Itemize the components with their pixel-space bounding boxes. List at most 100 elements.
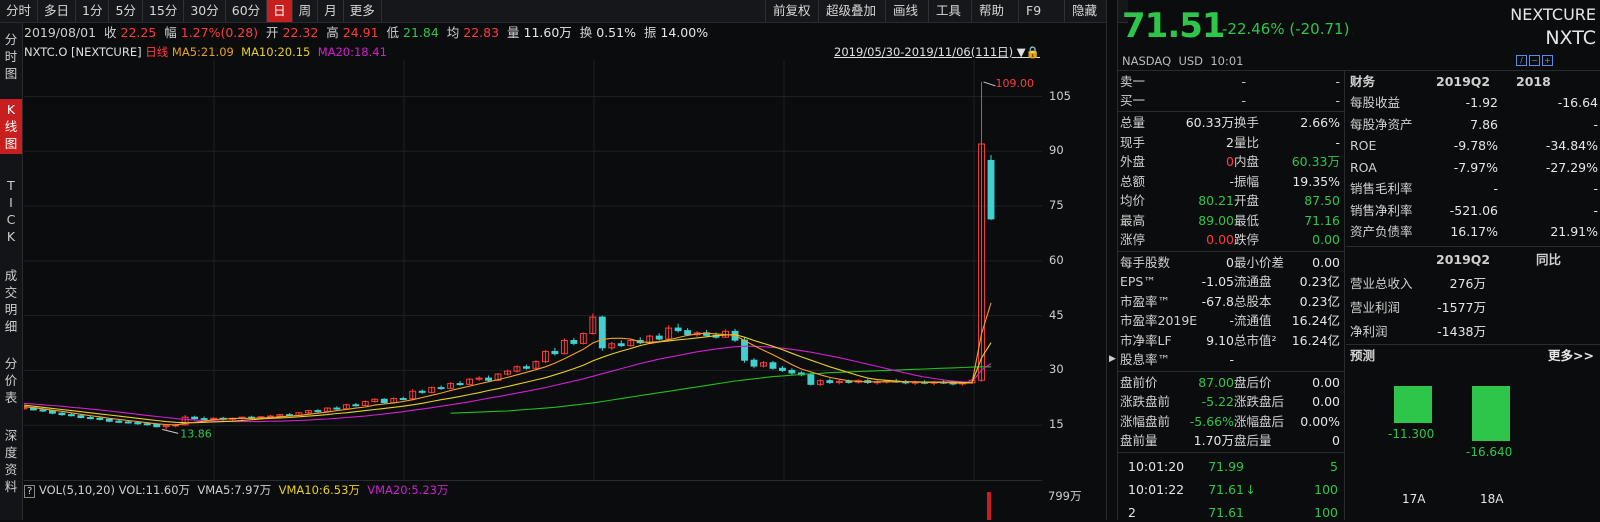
candle-body (86, 417, 94, 420)
fundamental-row: 每手股数 0 最小价差 0.00 (1120, 254, 1340, 270)
candle-body (523, 366, 530, 369)
candle-body (49, 410, 56, 414)
y-tick: 90 (1049, 143, 1064, 158)
period-tab-1[interactable]: 多日 (38, 0, 77, 22)
ma-legend: NXTC.O [NEXTCURE] 日线 MA5:21.09 MA10:20.1… (24, 44, 387, 60)
forecast-more-link[interactable]: 更多>> (1548, 346, 1594, 365)
income-header: 2019Q2 同比 (1436, 251, 1562, 267)
sidebar-tab-1[interactable]: K线图 (0, 99, 22, 154)
period-tab-9[interactable]: 月 (318, 0, 344, 22)
lock-icon[interactable]: 🔒 (1026, 45, 1040, 59)
period-tab-6[interactable]: 60分 (226, 0, 268, 22)
forecast-bar-label: 18A (1480, 492, 1504, 506)
info-amplitude: 1.27%(0.28) (180, 25, 259, 40)
sidebar-tab-0[interactable]: 分时图 (0, 29, 22, 84)
plus-icon[interactable]: + (1542, 55, 1553, 66)
fundamental-row: EPS™ -1.05 流通盘 0.23亿 (1120, 274, 1340, 289)
sidebar-tab-5[interactable]: 深度资料 (0, 425, 22, 497)
period-tab-10[interactable]: 更多 (344, 0, 382, 22)
panel-splitter[interactable]: ▶ (1106, 0, 1118, 520)
candle-body (399, 398, 407, 401)
order-book-row: 卖一 - - (1120, 74, 1340, 89)
tool-button-5[interactable]: F9 (1018, 0, 1048, 22)
candle-body (58, 412, 66, 416)
period-tab-7[interactable]: 日 (267, 0, 293, 22)
info-volume: 11.60万 (523, 25, 572, 40)
collapse-arrow-icon[interactable]: ▶ (1109, 354, 1116, 364)
down-arrow-icon: ↓ (1245, 481, 1256, 497)
forecast-bar-value: -16.640 (1466, 444, 1513, 459)
period-label: 日线 (145, 45, 169, 59)
candle-body (551, 350, 559, 355)
price-axis: 105 90 75 60 45 30 15 (1043, 60, 1105, 520)
sidebar-tab-4[interactable]: 分价表 (0, 353, 22, 408)
candle-body (380, 398, 388, 404)
candle-body (143, 423, 151, 426)
info-close: 22.25 (120, 25, 157, 40)
symbol-label: NXTC.O [NEXTCURE] (24, 45, 142, 59)
y-tick: 15 (1049, 417, 1064, 432)
stat-row: 总量 60.33万 换手 2.66% (1120, 115, 1340, 130)
fundamental-row: 市盈率™ -67.8 总股本 0.23亿 (1120, 293, 1340, 309)
candle-body (105, 418, 113, 422)
candle-body (769, 362, 777, 369)
sidebar-tab-2[interactable]: TICK (0, 175, 22, 247)
candle-body (67, 414, 75, 417)
stat-row: 总额 - 振幅 19.35% (1120, 173, 1340, 189)
candle-body (741, 339, 748, 361)
tool-button-0[interactable]: 前复权 (765, 0, 818, 22)
finance-row: 销售毛利率 - - (1350, 181, 1598, 196)
company-name: NEXTCURE (1510, 5, 1596, 24)
y-tick: 105 (1049, 88, 1071, 103)
sidebar-tab-3[interactable]: 成交明细 (0, 265, 22, 337)
dropdown-icon[interactable]: ▼ (1017, 45, 1026, 59)
income-row: 营业总收入 276万 (1350, 275, 1486, 291)
ma20-line (24, 345, 992, 423)
finance-row: 每股收益 -1.92 -16.64 (1350, 95, 1598, 110)
market-info: NASDAQ USD 10:01 (1122, 54, 1244, 68)
period-tab-2[interactable]: 1分 (76, 0, 110, 22)
help-icon[interactable]: ? (24, 485, 36, 498)
fundamental-row: 市盈率2019E - 流通值 16.24亿 (1120, 313, 1340, 328)
ma5-line (24, 302, 992, 426)
period-tab-4[interactable]: 15分 (143, 0, 185, 22)
period-tab-8[interactable]: 周 (293, 0, 319, 22)
candle-body (314, 410, 322, 413)
date-range-selector[interactable]: 2019/05/30-2019/11/06(111日) ▼🔒 (834, 44, 1040, 60)
finance-header: 财务 2019Q2 2018 (1350, 74, 1551, 89)
period-tab-3[interactable]: 5分 (109, 0, 143, 22)
candle-body (39, 409, 47, 412)
candle-body (333, 407, 341, 410)
candle-body (845, 380, 853, 383)
period-tab-0[interactable]: 分时 (0, 0, 39, 22)
tool-button-6[interactable]: 隐藏 (1064, 0, 1104, 22)
panel-controls: / − + (1516, 55, 1553, 66)
tool-button-4[interactable]: 帮助 (971, 0, 1011, 22)
edit-icon[interactable]: / (1516, 55, 1527, 66)
finance-row: 每股净资产 7.86- (1350, 116, 1598, 132)
candle-body (826, 380, 834, 383)
fundamental-row: 股息率™ - (1120, 352, 1234, 367)
info-avg: 22.83 (463, 25, 500, 40)
candle-body (124, 421, 132, 424)
info-date: 2019/08/01 (24, 25, 97, 40)
volume-tick: 799万 (1048, 489, 1082, 503)
finance-row: 资产负债率 16.17% 21.91% (1350, 224, 1598, 239)
tool-button-3[interactable]: 工具 (928, 0, 968, 22)
tool-button-2[interactable]: 画线 (885, 0, 925, 22)
ma10-label: MA10:20.15 (241, 45, 311, 59)
fundamental-row: 市净率LF 9.10 总市值² 16.24亿 (1120, 332, 1340, 348)
candle-body (437, 387, 445, 390)
candle-body (352, 404, 360, 407)
stat-row: 现手 2 量比 - (1120, 134, 1340, 150)
candle-body (778, 367, 786, 371)
candlestick-chart[interactable]: 109.00 13.86 (24, 60, 1042, 480)
tool-button-1[interactable]: 超级叠加 (818, 0, 883, 22)
period-tab-5[interactable]: 30分 (184, 0, 226, 22)
tick-row: 10:01:20 71.99 5 (1128, 458, 1338, 474)
info-open: 22.32 (282, 25, 319, 40)
minus-icon[interactable]: − (1529, 55, 1540, 66)
price-change: -22.46% (-20.71) (1222, 20, 1350, 38)
candle-info-bar: 2019/08/01 收 22.25 幅 1.27%(0.28) 开 22.32… (24, 25, 709, 40)
forecast-bar-label: 17A (1402, 492, 1426, 506)
